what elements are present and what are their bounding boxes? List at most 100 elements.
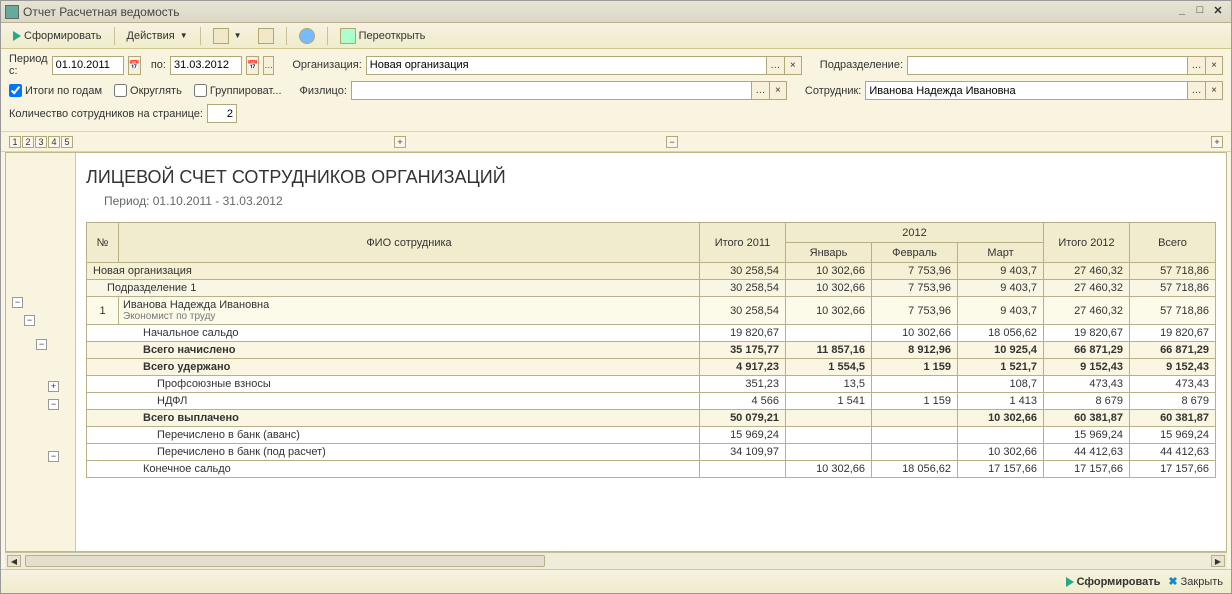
person-select-button[interactable]: … <box>751 81 769 100</box>
person-clear-button[interactable]: × <box>769 81 787 100</box>
table-row-org[interactable]: Новая организация 30 258,54 10 302,66 7 … <box>87 263 1216 280</box>
tool-btn-2[interactable] <box>252 26 280 46</box>
report-period: Период: 01.10.2011 - 31.03.2012 <box>104 194 1216 208</box>
dep-select-button[interactable]: … <box>1187 56 1205 75</box>
period-to-label: по: <box>151 59 166 71</box>
outline-level-2[interactable]: 2 <box>22 136 34 148</box>
group-checkbox[interactable]: Группироват... <box>194 84 282 97</box>
window-root: Отчет Расчетная ведомость _ □ ✕ Сформиро… <box>0 0 1232 594</box>
th-grand: Всего <box>1130 223 1216 263</box>
tool-btn-1[interactable]: ▼ <box>207 26 248 46</box>
th-total2011: Итого 2011 <box>700 223 786 263</box>
titlebar: Отчет Расчетная ведомость _ □ ✕ <box>1 1 1231 23</box>
table-row-employee[interactable]: 1 Иванова Надежда Ивановна Экономист по … <box>87 297 1216 325</box>
reopen-label: Переоткрыть <box>359 30 426 42</box>
employee-input[interactable] <box>865 81 1187 100</box>
table-row[interactable]: Перечислено в банк (аванс) 15 969,24 15 … <box>87 427 1216 444</box>
org-clear-button[interactable]: × <box>784 56 802 75</box>
chevron-down-icon: ▼ <box>180 31 188 40</box>
dep-input[interactable] <box>907 56 1187 75</box>
date-picker-from[interactable]: 📅 <box>128 56 141 75</box>
round-checkbox[interactable]: Округлять <box>114 84 182 97</box>
chevron-down-icon: ▼ <box>234 31 242 40</box>
outline-collapse[interactable]: − <box>666 136 678 148</box>
reopen-button[interactable]: Переоткрыть <box>334 26 432 46</box>
help-button[interactable] <box>293 26 321 46</box>
close-button[interactable]: ✕ <box>1209 4 1227 20</box>
scroll-left-icon[interactable]: ◀ <box>7 555 21 567</box>
dep-clear-button[interactable]: × <box>1205 56 1223 75</box>
play-icon <box>13 31 21 41</box>
scroll-right-icon[interactable]: ▶ <box>1211 555 1225 567</box>
separator <box>200 27 201 45</box>
dep-label: Подразделение: <box>820 59 903 71</box>
tree-gutter: − − − + − − <box>6 153 76 551</box>
tree-node[interactable]: − <box>48 451 59 462</box>
tool-icon <box>258 28 274 44</box>
tool-icon <box>213 28 229 44</box>
minimize-button[interactable]: _ <box>1173 4 1191 20</box>
yearly-checkbox[interactable]: Итоги по годам <box>9 84 102 97</box>
actions-label: Действия <box>127 30 175 42</box>
window-title: Отчет Расчетная ведомость <box>23 5 1173 19</box>
table-row-subdiv[interactable]: Подразделение 1 30 258,54 10 302,66 7 75… <box>87 280 1216 297</box>
tree-node[interactable]: − <box>36 339 47 350</box>
employee-position: Экономист по труду <box>123 311 693 322</box>
form-button[interactable]: Сформировать <box>7 28 108 44</box>
separator <box>327 27 328 45</box>
separator <box>114 27 115 45</box>
form-button-label: Сформировать <box>24 30 102 42</box>
th-feb: Февраль <box>872 243 958 263</box>
table-row[interactable]: Всего начислено 35 175,77 11 857,16 8 91… <box>87 342 1216 359</box>
outline-level-4[interactable]: 4 <box>48 136 60 148</box>
outline-expand-right[interactable]: + <box>1211 136 1223 148</box>
actions-dropdown[interactable]: Действия ▼ <box>121 28 194 44</box>
outline-bar: 1 2 3 4 5 + − + <box>1 132 1231 152</box>
report-table: № ФИО сотрудника Итого 2011 2012 Итого 2… <box>86 222 1216 478</box>
org-input[interactable] <box>366 56 766 75</box>
count-input[interactable] <box>207 104 237 123</box>
th-2012: 2012 <box>786 223 1044 243</box>
employee-select-button[interactable]: … <box>1187 81 1205 100</box>
date-dots[interactable]: … <box>263 56 274 75</box>
tree-node[interactable]: − <box>24 315 35 326</box>
table-row[interactable]: Перечислено в банк (под расчет) 34 109,9… <box>87 444 1216 461</box>
table-row[interactable]: Всего выплачено 50 079,21 10 302,66 60 3… <box>87 410 1216 427</box>
close-button-bottom[interactable]: ✖ Закрыть <box>1168 575 1223 588</box>
tree-node[interactable]: − <box>48 399 59 410</box>
outline-level-1[interactable]: 1 <box>9 136 21 148</box>
tree-node[interactable]: − <box>12 297 23 308</box>
table-row[interactable]: Профсоюзные взносы 351,23 13,5 108,7 473… <box>87 376 1216 393</box>
scroll-thumb[interactable] <box>25 555 545 567</box>
employee-label: Сотрудник: <box>805 85 862 97</box>
th-fio: ФИО сотрудника <box>119 223 700 263</box>
count-label: Количество сотрудников на странице: <box>9 108 203 120</box>
date-picker-to[interactable]: 📅 <box>246 56 259 75</box>
tree-node[interactable]: + <box>48 381 59 392</box>
table-row[interactable]: НДФЛ 4 566 1 541 1 159 1 413 8 679 8 679 <box>87 393 1216 410</box>
table-row[interactable]: Начальное сальдо 19 820,67 10 302,66 18 … <box>87 325 1216 342</box>
filter-panel: Период с: 📅 по: 📅 … Организация: … × Под… <box>1 49 1231 132</box>
separator <box>286 27 287 45</box>
period-to-input[interactable] <box>170 56 242 75</box>
org-label: Организация: <box>292 59 361 71</box>
outline-level-3[interactable]: 3 <box>35 136 47 148</box>
th-mar: Март <box>958 243 1044 263</box>
maximize-button[interactable]: □ <box>1191 4 1209 20</box>
person-input[interactable] <box>351 81 751 100</box>
period-from-input[interactable] <box>52 56 124 75</box>
period-from-label: Период с: <box>9 53 48 77</box>
employee-name: Иванова Надежда Ивановна <box>123 299 693 311</box>
outline-level-5[interactable]: 5 <box>61 136 73 148</box>
th-total2012: Итого 2012 <box>1044 223 1130 263</box>
play-icon <box>1066 577 1074 587</box>
org-select-button[interactable]: … <box>766 56 784 75</box>
horizontal-scrollbar[interactable]: ◀ ▶ <box>5 552 1227 569</box>
table-row[interactable]: Всего удержано 4 917,23 1 554,5 1 159 1 … <box>87 359 1216 376</box>
employee-clear-button[interactable]: × <box>1205 81 1223 100</box>
reopen-icon <box>340 28 356 44</box>
form-button-bottom[interactable]: Сформировать <box>1066 576 1161 588</box>
close-icon: ✖ <box>1168 575 1177 588</box>
outline-expand[interactable]: + <box>394 136 406 148</box>
table-row[interactable]: Конечное сальдо 10 302,66 18 056,62 17 1… <box>87 461 1216 478</box>
